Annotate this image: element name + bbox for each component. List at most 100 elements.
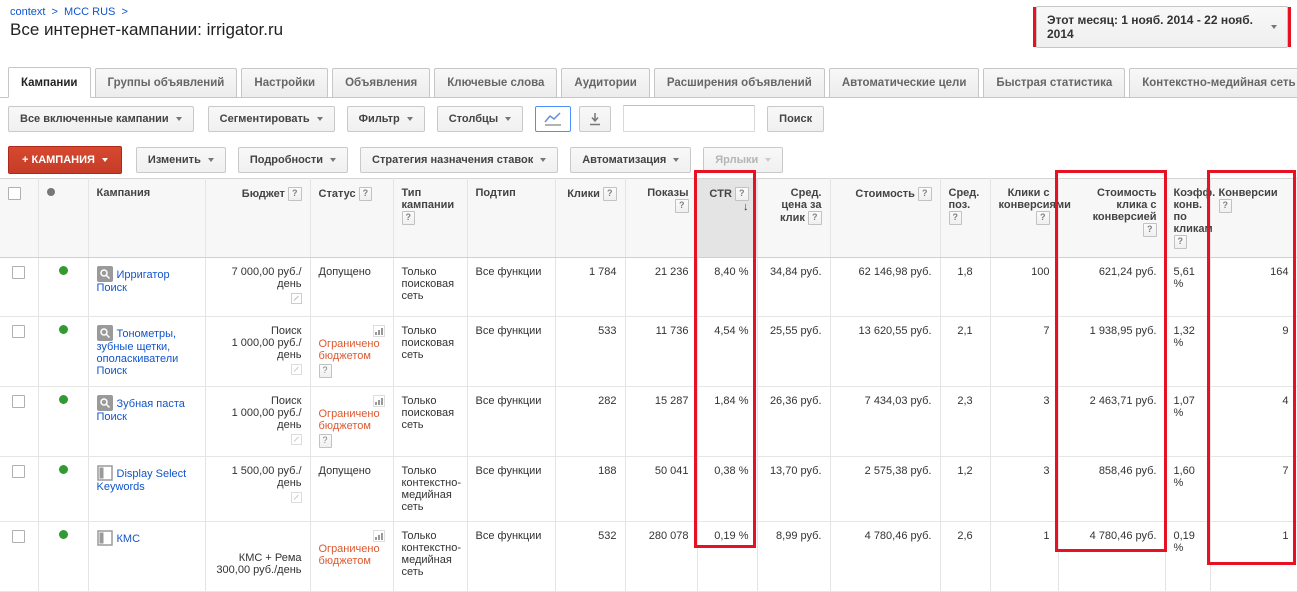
edit-budget-icon[interactable] — [290, 434, 302, 445]
col-header-campaign[interactable]: Кампания — [88, 178, 206, 258]
help-icon[interactable]: ? — [808, 211, 822, 225]
help-icon[interactable]: ? — [318, 364, 332, 378]
status-text[interactable]: Ограничено бюджетом — [319, 543, 385, 567]
tab-display-network[interactable]: Контекстно-медийная сеть — [1129, 68, 1297, 97]
campaign-link[interactable]: Ирригатор Поиск — [96, 266, 170, 294]
help-icon[interactable]: ? — [288, 187, 302, 201]
add-campaign-button[interactable]: + КАМПАНИЯ — [8, 146, 122, 174]
download-button[interactable] — [579, 105, 612, 132]
campaign-type: Только поисковая сеть — [401, 266, 455, 302]
help-icon[interactable]: ? — [358, 187, 373, 201]
col-header-conv-clicks[interactable]: Клики с конверсиями? — [990, 178, 1071, 258]
tab-dimensions[interactable]: Быстрая статистика — [983, 68, 1126, 97]
campaigns-view-filter-button[interactable]: Все включенные кампании — [8, 105, 194, 132]
bar-chart-icon[interactable] — [372, 530, 385, 542]
help-icon[interactable]: ? — [918, 187, 932, 201]
breadcrumb-link-mcc[interactable]: MCC RUS — [64, 6, 115, 18]
status-text[interactable]: Ограничено бюджетом — [319, 338, 385, 362]
bar-chart-icon[interactable] — [372, 325, 385, 337]
campaign-link[interactable]: Display Select Keywords — [96, 465, 186, 493]
edit-budget-icon[interactable] — [290, 364, 302, 375]
tab-ads[interactable]: Объявления — [332, 68, 431, 97]
tab-bar: Кампании Группы объявлений Настройки Объ… — [0, 66, 1297, 98]
col-header-conversions[interactable]: Конверсии ? — [1210, 178, 1297, 258]
col-header-conv-rate[interactable]: Коэфф. конв. по кликам? — [1165, 178, 1215, 258]
col-header-status[interactable]: Статус ? — [310, 178, 394, 258]
help-icon[interactable]: ? — [675, 199, 689, 213]
help-icon[interactable]: ? — [948, 211, 962, 225]
enabled-dot-icon[interactable] — [58, 266, 68, 275]
columns-button[interactable]: Столбцы — [436, 105, 524, 132]
sort-desc-icon[interactable]: ↓ — [743, 201, 749, 213]
edit-budget-icon[interactable] — [290, 293, 302, 304]
cost-value: 2 575,38 руб. — [830, 456, 941, 522]
col-header-ctr[interactable]: CTR ?↓ — [697, 178, 758, 258]
toggle-graph-button[interactable] — [535, 105, 572, 132]
bid-strategy-button[interactable]: Стратегия назначения ставок — [360, 147, 559, 173]
breadcrumb-separator: > — [51, 6, 58, 18]
tab-audiences[interactable]: Аудитории — [561, 68, 650, 97]
col-header-clicks[interactable]: Клики ? — [555, 178, 626, 258]
help-icon[interactable]: ? — [318, 434, 332, 448]
col-header-avg-pos[interactable]: Сред. поз.? — [940, 178, 991, 258]
help-icon[interactable]: ? — [603, 187, 617, 201]
bar-chart-icon[interactable] — [372, 395, 385, 407]
labels-button[interactable]: Ярлыки — [703, 147, 784, 173]
row-checkbox[interactable] — [12, 465, 26, 478]
search-input[interactable] — [623, 105, 756, 132]
enabled-dot-icon[interactable] — [58, 530, 68, 539]
help-icon[interactable]: ? — [1218, 199, 1232, 213]
status-text[interactable]: Ограничено бюджетом — [319, 408, 385, 432]
enabled-dot-icon[interactable] — [58, 465, 68, 474]
col-header-type[interactable]: Тип кампании? — [393, 178, 468, 258]
help-icon[interactable]: ? — [1173, 235, 1187, 249]
budget-value: 1 000,00 руб./день — [231, 337, 302, 361]
col-header-impressions[interactable]: Показы ? — [625, 178, 698, 258]
select-all-checkbox[interactable] — [8, 187, 21, 200]
col-header-subtype[interactable]: Подтип — [467, 178, 556, 258]
cost-per-conv-value: 2 463,71 руб. — [1058, 386, 1166, 457]
row-checkbox[interactable] — [12, 530, 26, 543]
col-header-cost-per-conv[interactable]: Стоимость клика с конверсией? — [1058, 178, 1166, 258]
cost-value: 7 434,03 руб. — [830, 386, 941, 457]
table-row: Display Select Keywords 1 500,00 руб./де… — [0, 456, 1297, 522]
row-checkbox[interactable] — [12, 266, 26, 279]
filter-button[interactable]: Фильтр — [346, 105, 425, 132]
help-icon[interactable]: ? — [1036, 211, 1050, 225]
automation-button[interactable]: Автоматизация — [570, 147, 692, 173]
line-chart-icon — [544, 111, 562, 126]
details-button[interactable]: Подробности — [237, 147, 349, 173]
date-range-button[interactable]: Этот месяц: 1 нояб. 2014 - 22 нояб. 2014 — [1036, 6, 1288, 48]
tab-keywords[interactable]: Ключевые слова — [434, 68, 558, 97]
edit-button[interactable]: Изменить — [135, 147, 226, 173]
col-header-cost[interactable]: Стоимость ? — [830, 178, 941, 258]
col-header-budget[interactable]: Бюджет ? — [205, 178, 311, 258]
tab-ad-groups[interactable]: Группы объявлений — [94, 68, 238, 97]
tab-settings[interactable]: Настройки — [241, 68, 329, 97]
campaign-link[interactable]: Зубная паста Поиск — [96, 395, 185, 423]
breadcrumb-link-context[interactable]: context — [10, 6, 45, 18]
edit-budget-icon[interactable] — [290, 492, 302, 503]
clicks-value: 1 784 — [555, 257, 626, 317]
campaign-link[interactable]: Тонометры, зубные щетки, ополаскиватели … — [96, 325, 178, 377]
search-button[interactable]: Поиск — [767, 105, 825, 132]
row-checkbox[interactable] — [12, 325, 26, 338]
help-icon[interactable]: ? — [1143, 223, 1157, 237]
segment-button[interactable]: Сегментировать — [207, 105, 335, 132]
enabled-dot-icon[interactable] — [58, 395, 68, 404]
avg-pos-value: 1,8 — [940, 257, 991, 317]
row-checkbox[interactable] — [12, 395, 26, 408]
tab-auto-targets[interactable]: Автоматические цели — [828, 68, 980, 97]
table-row: Зубная паста Поиск Поиск 1 000,00 руб./де… — [0, 386, 1297, 457]
campaign-link[interactable]: КМС — [96, 530, 140, 546]
enabled-dot-icon[interactable] — [58, 325, 68, 334]
conv-rate-value: 1,32 % — [1165, 316, 1211, 387]
tab-ad-extensions[interactable]: Расширения объявлений — [653, 68, 825, 97]
conversions-value: 7 — [1210, 456, 1297, 522]
help-icon[interactable]: ? — [735, 187, 749, 201]
campaign-type: Только поисковая сеть — [401, 395, 455, 431]
help-icon[interactable]: ? — [401, 211, 415, 225]
tab-campaigns[interactable]: Кампании — [8, 67, 91, 98]
col-header-avg-cpc[interactable]: Сред. цена за клик ? — [757, 178, 831, 258]
display-campaign-icon — [96, 465, 113, 481]
